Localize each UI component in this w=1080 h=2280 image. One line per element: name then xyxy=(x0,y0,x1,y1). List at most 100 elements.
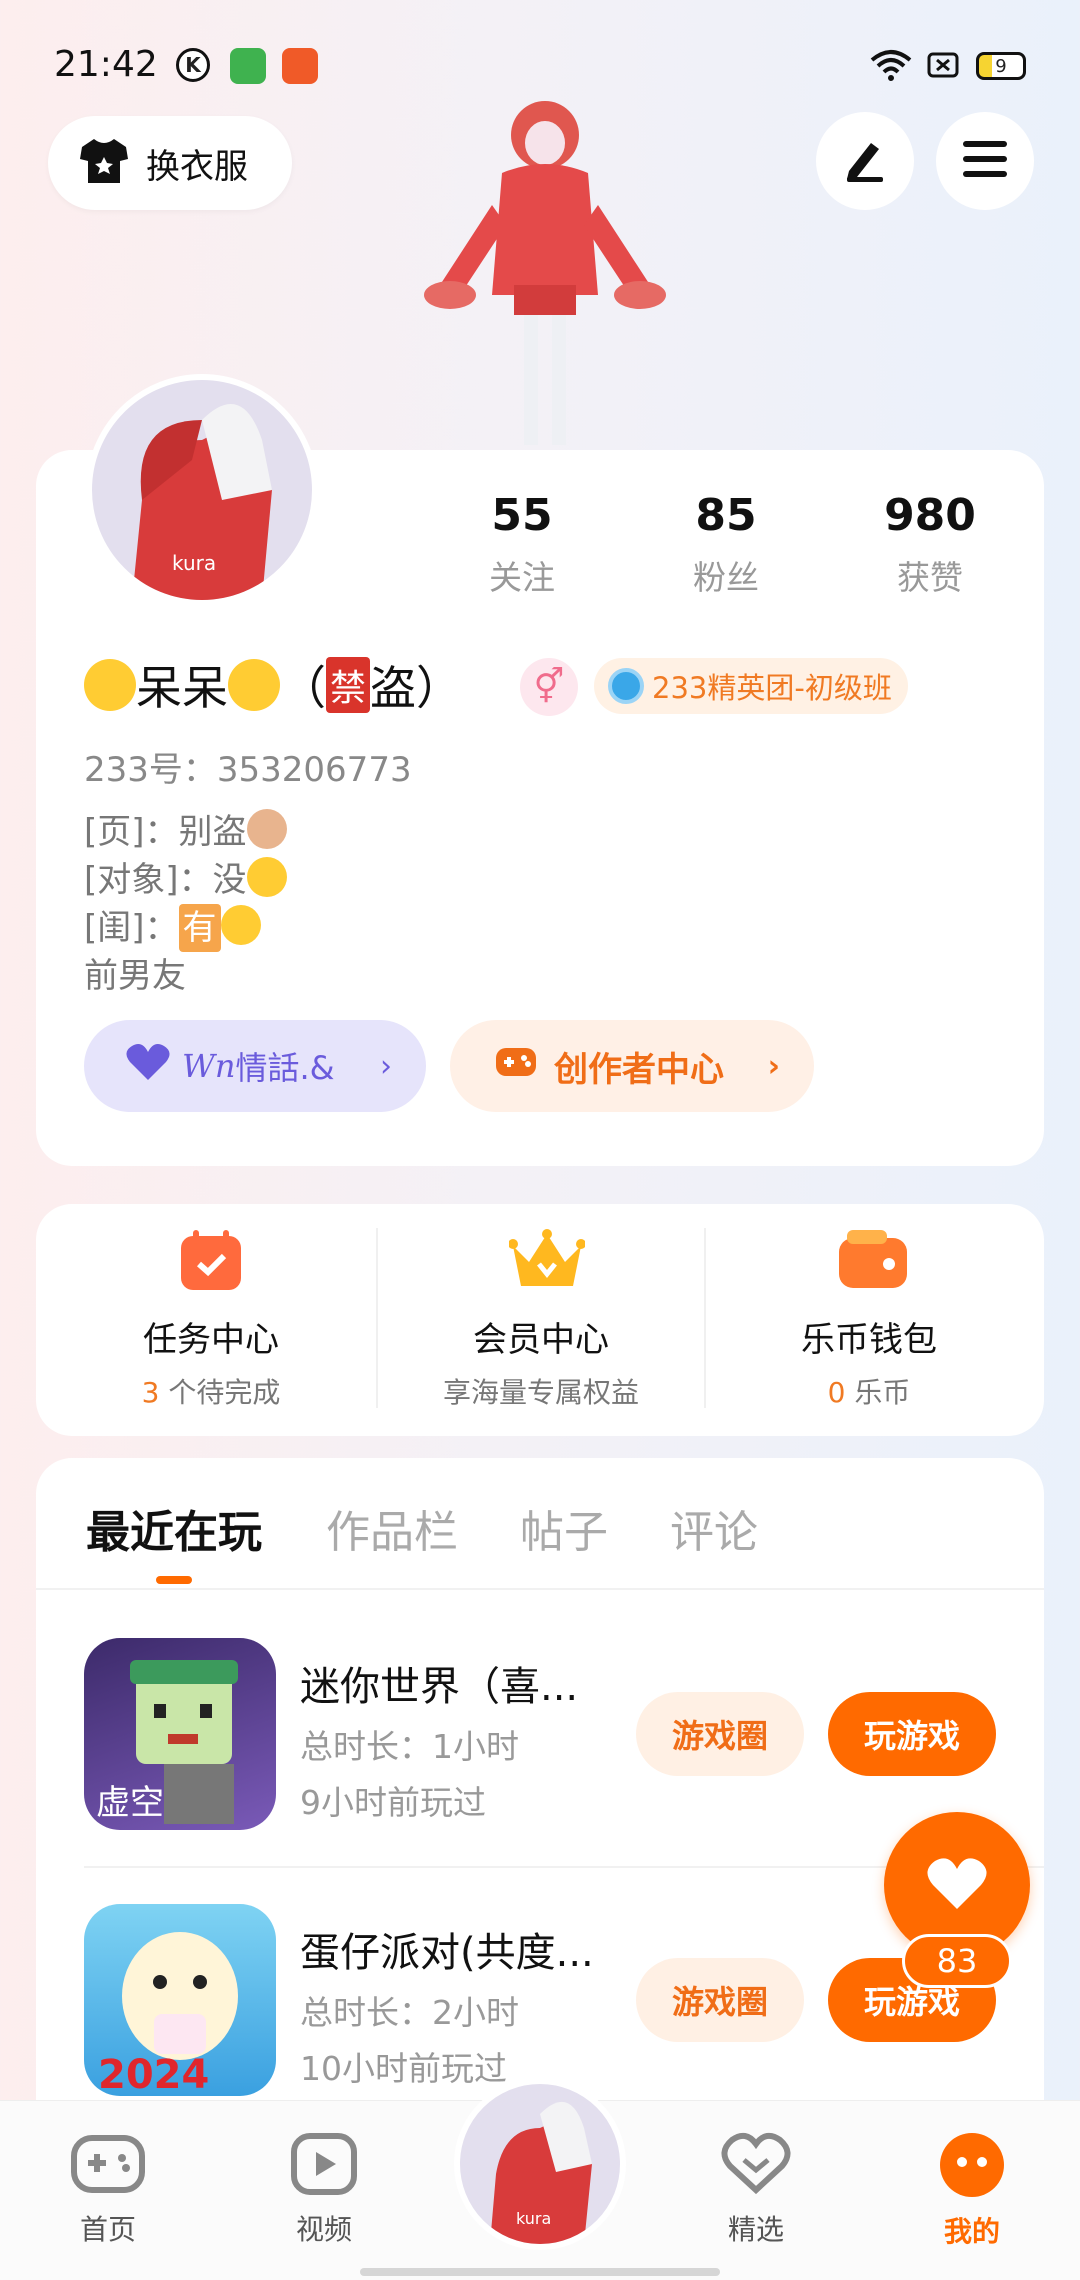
task-center-title: 任务中心 xyxy=(143,1320,279,1360)
vip-center[interactable]: 会员中心 享海量专属权益 xyxy=(376,1228,706,1411)
team-badge[interactable]: 233精英团-初级班 xyxy=(594,658,908,714)
status-pill[interactable]: Wn 情話.& › xyxy=(84,1020,426,1112)
play-game-button[interactable]: 玩游戏 xyxy=(828,1692,996,1776)
bio-line-3-prefix: [闺]： xyxy=(84,908,179,948)
nickname-paren-open: （ xyxy=(280,661,326,715)
creator-center-button[interactable]: 创作者中心 › xyxy=(450,1020,814,1112)
wallet-sub: 乐币 xyxy=(845,1376,911,1409)
calendar-check-icon xyxy=(179,1228,243,1292)
stat-followers-value: 85 xyxy=(695,490,757,541)
svg-text:kura: kura xyxy=(172,551,216,575)
heart-eyes-emoji-icon xyxy=(220,905,261,945)
gamepad-icon xyxy=(494,1044,538,1089)
game-circle-button[interactable]: 游戏圈 xyxy=(636,1692,804,1776)
wallet-icon xyxy=(837,1228,907,1292)
change-outfit-label: 换衣服 xyxy=(146,146,248,187)
chevron-right-icon: › xyxy=(380,1048,392,1084)
stat-followers[interactable]: 85 粉丝 xyxy=(646,490,806,599)
bio: [页]：别盗 [对象]：没 [闺]：有 前男友 xyxy=(84,808,287,1000)
game-icon-text: 虚空 xyxy=(96,1783,164,1823)
shirt-icon xyxy=(78,137,130,189)
nickname-main: 呆呆 xyxy=(136,661,228,715)
nickname-tail: 盗） xyxy=(370,661,463,715)
stat-likes[interactable]: 980 获赞 xyxy=(850,490,1010,599)
game-last-played: 10小时前玩过 xyxy=(300,2049,507,2088)
bio-line-3-box: 有 xyxy=(178,904,221,952)
edit-profile-button[interactable] xyxy=(816,112,914,210)
game-title: 迷你世界（喜... xyxy=(300,1664,579,1710)
bio-line-1: [页]：别盗 xyxy=(84,812,247,852)
nav-featured[interactable]: 精选 xyxy=(676,2132,836,2248)
game-icon-mini-world[interactable]: 虚空 xyxy=(84,1638,276,1830)
game-duration: 总时长：2小时 xyxy=(300,1993,519,2032)
stat-likes-value: 980 xyxy=(884,490,976,541)
stat-following[interactable]: 55 关注 xyxy=(442,490,602,599)
nav-video[interactable]: 视频 xyxy=(244,2132,404,2248)
stat-following-label: 关注 xyxy=(489,558,555,597)
gamepad-icon xyxy=(70,2135,146,2200)
k-icon: K xyxy=(176,48,210,82)
game-icon-eggy-party[interactable]: 2024 xyxy=(84,1904,276,2096)
user-id: 233号：353206773 xyxy=(84,750,412,790)
game-duration: 总时长：1小时 xyxy=(300,1727,519,1766)
heart-icon xyxy=(925,1855,989,1915)
nav-mine[interactable]: 我的 xyxy=(892,2132,1052,2250)
stat-likes-label: 获赞 xyxy=(897,558,963,597)
android-app-icon xyxy=(230,48,266,84)
task-center[interactable]: 任务中心 3 个待完成 xyxy=(46,1228,376,1411)
app-icon xyxy=(282,48,318,84)
crown-icon xyxy=(508,1228,586,1292)
nickname: 呆呆 （ 禁 盗） xyxy=(84,652,462,718)
game-last-played: 9小时前玩过 xyxy=(300,1783,486,1822)
bio-line-4: 前男友 xyxy=(84,956,186,996)
nav-avatar[interactable]: kura xyxy=(454,2078,626,2250)
game-circle-button[interactable]: 游戏圈 xyxy=(636,1958,804,2042)
nav-featured-label: 精选 xyxy=(727,2213,784,2246)
wallet[interactable]: 乐币钱包 0 乐币 xyxy=(704,1228,1034,1411)
sim-off-icon xyxy=(926,48,960,90)
game-title: 蛋仔派对(共度... xyxy=(300,1930,594,1976)
smile-emoji-icon xyxy=(84,659,136,711)
nav-video-label: 视频 xyxy=(295,2213,352,2246)
change-outfit-button[interactable]: 换衣服 xyxy=(48,116,292,210)
globe-icon xyxy=(608,668,644,704)
nickname-ban: 禁 xyxy=(326,657,371,713)
stat-followers-label: 粉丝 xyxy=(693,558,759,597)
like-count: 83 xyxy=(902,1934,1012,1988)
profile-face-icon xyxy=(939,2133,1005,2202)
nav-mine-label: 我的 xyxy=(943,2215,1000,2248)
tab-recent[interactable]: 最近在玩 xyxy=(86,1496,262,1560)
pen-icon xyxy=(841,135,889,187)
gender-icon: ⚥ xyxy=(520,658,578,716)
avatar-character[interactable] xyxy=(420,95,670,455)
wallet-title: 乐币钱包 xyxy=(801,1320,937,1360)
chevron-right-icon: › xyxy=(767,1048,780,1084)
status-pill-script: Wn xyxy=(182,1047,236,1085)
nav-home-label: 首页 xyxy=(79,2213,136,2246)
svg-text:kura: kura xyxy=(516,2209,551,2228)
menu-button[interactable] xyxy=(936,112,1034,210)
tongue-emoji-icon xyxy=(228,659,280,711)
bio-line-2: [对象]：没 xyxy=(84,860,247,900)
team-badge-label: 233精英团-初级班 xyxy=(652,671,892,705)
smile-emoji-icon xyxy=(246,857,287,897)
task-center-count: 3 xyxy=(141,1376,160,1409)
task-center-sub: 个待完成 xyxy=(159,1376,281,1409)
avatar[interactable]: kura xyxy=(86,374,318,606)
vip-center-sub: 享海量专属权益 xyxy=(442,1376,639,1409)
monkey-emoji-icon xyxy=(246,809,287,849)
tab-indicator xyxy=(156,1576,192,1584)
play-icon xyxy=(290,2133,358,2200)
wallet-count: 0 xyxy=(827,1376,846,1409)
tab-comments[interactable]: 评论 xyxy=(670,1496,758,1560)
divider xyxy=(36,1588,1044,1590)
menu-icon xyxy=(961,137,1009,185)
nav-home[interactable]: 首页 xyxy=(28,2132,188,2248)
stat-following-value: 55 xyxy=(491,490,553,541)
tab-works[interactable]: 作品栏 xyxy=(326,1496,458,1560)
home-indicator[interactable] xyxy=(360,2268,720,2276)
heart-icon xyxy=(124,1042,172,1090)
status-pill-label: 情話.& xyxy=(235,1049,335,1087)
wifi-icon xyxy=(870,48,912,90)
tab-posts[interactable]: 帖子 xyxy=(520,1496,608,1560)
